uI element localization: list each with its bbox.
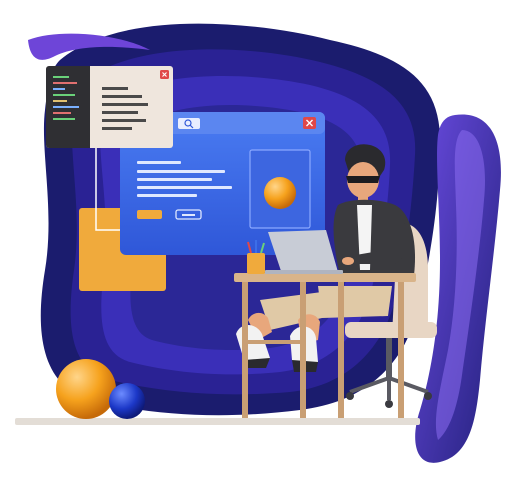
close-icon[interactable] [160, 70, 169, 79]
floor-surface [15, 418, 420, 425]
blue-ball [109, 383, 145, 419]
orange-ball [56, 359, 116, 419]
sunglasses-icon [346, 176, 380, 183]
close-icon[interactable] [303, 117, 316, 129]
orange-orb [264, 177, 296, 209]
code-panel [46, 66, 173, 148]
illustration-scene [15, 23, 501, 463]
primary-button[interactable] [137, 210, 162, 219]
